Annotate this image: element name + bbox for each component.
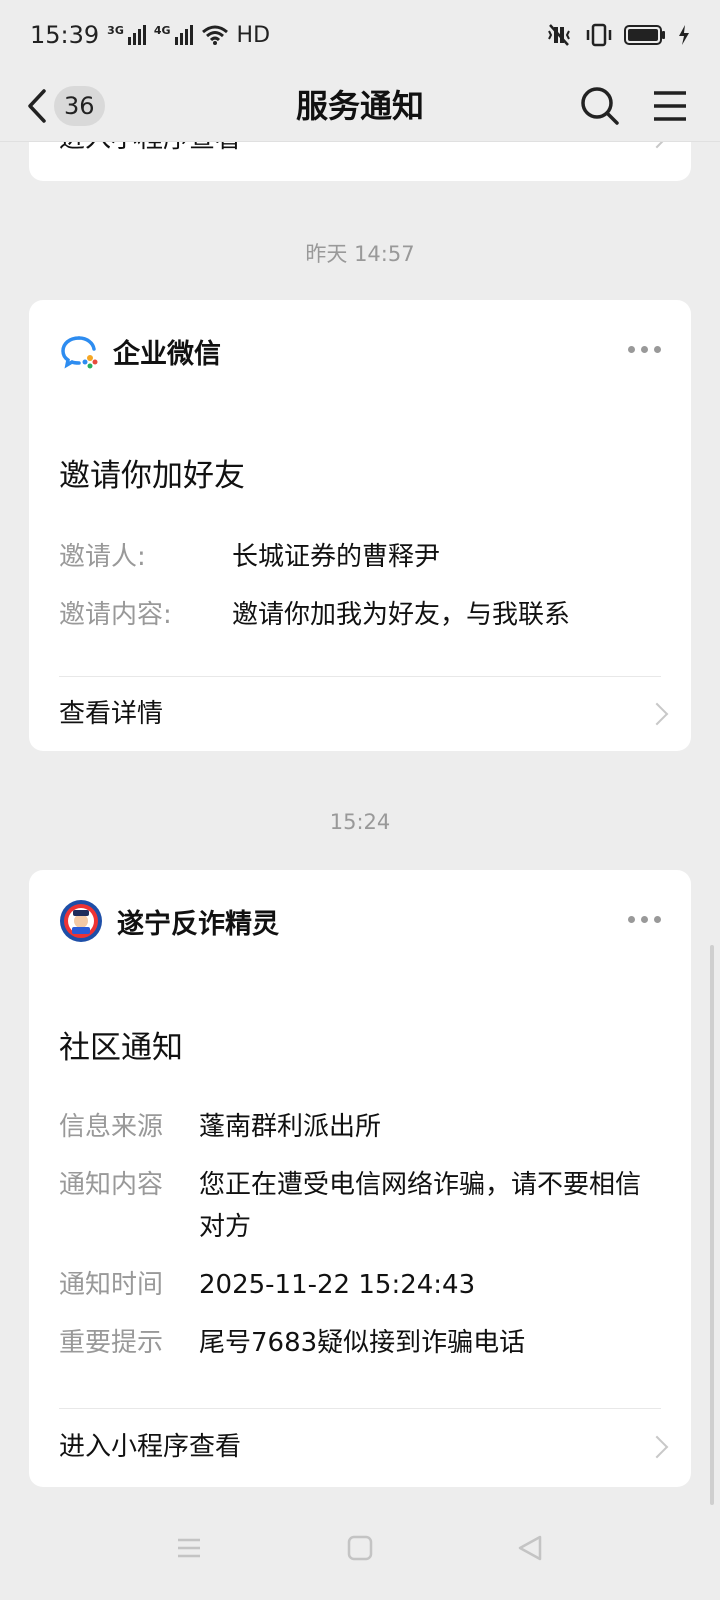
home-icon[interactable] (346, 1534, 374, 1562)
wifi-icon (201, 25, 228, 45)
signal-4g-icon: 4G (154, 25, 193, 45)
signal-3g-icon: 3G (107, 25, 146, 45)
field-row: 重要提示 尾号7683疑似接到诈骗电话 (59, 1322, 661, 1364)
message-card-antifraud[interactable]: 遂宁反诈精灵 社区通知 信息来源 蓬南群利派出所 通知内容 您正在遭受电信网络诈… (29, 870, 691, 1487)
message-card-wecom[interactable]: 企业微信 邀请你加好友 邀请人: 长城证券的曹释尹 邀请内容: 邀请你加我为好友… (29, 300, 691, 751)
sender-name: 遂宁反诈精灵 (117, 908, 279, 940)
message-title: 社区通知 (59, 1030, 183, 1066)
message-timestamp: 昨天 14:57 (305, 242, 415, 266)
field-key: 通知时间 (59, 1270, 164, 1300)
link-label: 查看详情 (59, 699, 164, 729)
back-triangle-icon[interactable] (516, 1534, 544, 1562)
menu-icon[interactable] (648, 84, 692, 128)
wecom-logo-icon (61, 336, 98, 369)
field-key: 邀请内容: (59, 600, 172, 630)
more-options-icon[interactable] (628, 346, 661, 353)
field-key: 邀请人: (59, 542, 146, 572)
card-header: 遂宁反诈精灵 (59, 900, 279, 942)
divider (59, 1408, 661, 1409)
back-button[interactable]: 36 (26, 82, 105, 130)
recent-apps-icon[interactable] (175, 1534, 203, 1562)
field-value: 您正在遭受电信网络诈骗，请不要相信对方 (199, 1170, 642, 1242)
back-arrow-icon (28, 89, 46, 123)
field-row: 信息来源 蓬南群利派出所 (59, 1106, 661, 1148)
view-details-link[interactable]: 查看详情 (59, 690, 661, 738)
scrollbar[interactable] (710, 945, 714, 1505)
vibrate-mute-icon (548, 24, 570, 46)
field-key: 通知内容 (59, 1170, 164, 1200)
more-options-icon[interactable] (628, 916, 661, 923)
battery-icon (624, 25, 665, 45)
hd-indicator: HD (236, 22, 271, 48)
field-row: 通知时间 2025-11-22 15:24:43 (59, 1264, 661, 1306)
divider (59, 676, 661, 677)
field-value: 尾号7683疑似接到诈骗电话 (199, 1328, 526, 1358)
card-header: 企业微信 (59, 330, 221, 372)
unread-count-badge: 36 (54, 86, 105, 126)
system-nav-bar (0, 1520, 720, 1600)
sender-name: 企业微信 (113, 338, 221, 370)
field-value: 邀请你加我为好友，与我联系 (232, 600, 571, 630)
nav-bar: 36 服务通知 (0, 70, 720, 142)
message-timestamp: 15:24 (329, 810, 391, 834)
search-icon[interactable] (578, 84, 622, 128)
link-label: 进入小程序查看 (59, 1432, 242, 1462)
vibrate-icon (586, 23, 612, 47)
field-value: 2025-11-22 15:24:43 (199, 1270, 476, 1300)
status-bar: 15:39 3G 4G HD (0, 0, 720, 70)
antifraud-avatar-icon (60, 900, 102, 942)
field-key: 重要提示 (59, 1328, 164, 1358)
status-time: 15:39 (30, 21, 100, 49)
open-mini-program-link[interactable]: 进入小程序查看 (59, 1423, 661, 1471)
field-value: 蓬南群利派出所 (199, 1112, 382, 1142)
field-value: 长城证券的曹释尹 (232, 542, 441, 572)
field-row: 邀请人: 长城证券的曹释尹 (59, 536, 661, 578)
field-key: 信息来源 (59, 1112, 164, 1142)
field-row: 邀请内容: 邀请你加我为好友，与我联系 (59, 594, 661, 636)
field-row: 通知内容 您正在遭受电信网络诈骗，请不要相信对方 (59, 1164, 661, 1248)
message-title: 邀请你加好友 (59, 458, 245, 494)
charging-icon (679, 25, 689, 45)
